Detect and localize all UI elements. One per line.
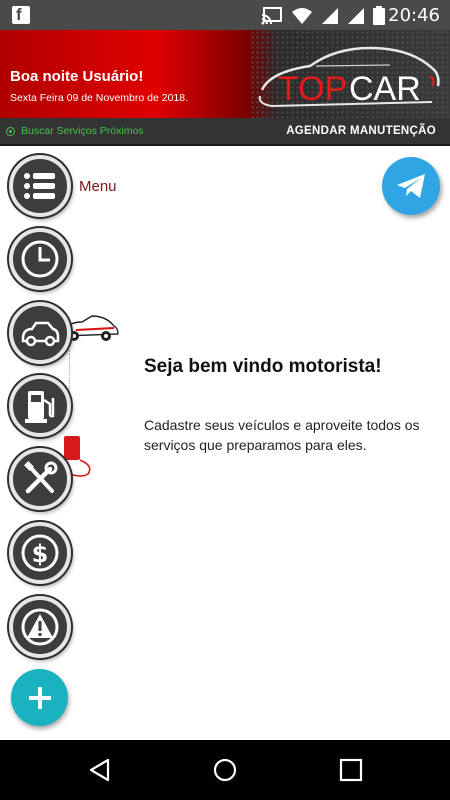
logo-car-text: CAR (349, 70, 421, 108)
home-icon[interactable] (213, 758, 237, 782)
status-bar: f 20:46 (0, 0, 450, 30)
logo-top-text: TOP (278, 70, 347, 108)
facebook-icon: f (12, 5, 30, 24)
alerts-button[interactable] (9, 596, 71, 658)
signal-icon (348, 7, 364, 24)
signal-icon (322, 7, 338, 24)
clock-time: 20:46 (388, 5, 440, 26)
welcome-description: Cadastre seus veículos e aproveite todos… (144, 417, 420, 453)
schedule-maintenance-button[interactable]: AGENDAR MANUTENÇÃO (286, 125, 436, 137)
date-text: Sexta Feira 09 de Novembro de 2018. (10, 92, 189, 104)
tools-icon (24, 461, 58, 494)
radio-icon (6, 126, 15, 136)
add-button[interactable] (11, 669, 68, 726)
plus-icon (28, 686, 51, 709)
telegram-icon (397, 174, 425, 198)
status-icons (261, 6, 385, 25)
topcar-logo: TOP CAR (258, 46, 440, 108)
header-banner: Boa noite Usuário! Sexta Feira 09 de Nov… (0, 30, 450, 118)
fuel-pump-icon (25, 391, 55, 423)
back-icon[interactable] (88, 758, 112, 782)
history-button[interactable] (9, 228, 71, 290)
system-nav-bar (0, 740, 450, 800)
services-button[interactable] (9, 448, 71, 510)
greeting-text: Boa noite Usuário! (10, 68, 144, 85)
battery-icon (373, 6, 385, 25)
welcome-title: Seja bem vindo motorista! (144, 356, 382, 377)
nearby-services-label: Buscar Serviços Próximos (21, 125, 144, 137)
dollar-icon: $ (21, 534, 59, 572)
warning-icon (21, 608, 59, 646)
recents-icon[interactable] (339, 758, 363, 782)
car-icon (21, 321, 60, 347)
expenses-button[interactable]: $ (9, 522, 71, 584)
menu-button[interactable] (9, 155, 71, 217)
vehicles-button[interactable] (9, 302, 71, 364)
wifi-icon (292, 7, 312, 24)
list-icon (24, 173, 55, 199)
telegram-button[interactable] (382, 157, 440, 215)
nearby-services-link[interactable]: Buscar Serviços Próximos (6, 125, 144, 137)
action-bar: Buscar Serviços Próximos AGENDAR MANUTEN… (0, 118, 450, 146)
clock-icon (21, 240, 59, 278)
menu-label: Menu (79, 178, 117, 195)
fuel-button[interactable] (9, 375, 71, 437)
svg-text:$: $ (32, 540, 49, 568)
cast-icon (261, 6, 282, 24)
